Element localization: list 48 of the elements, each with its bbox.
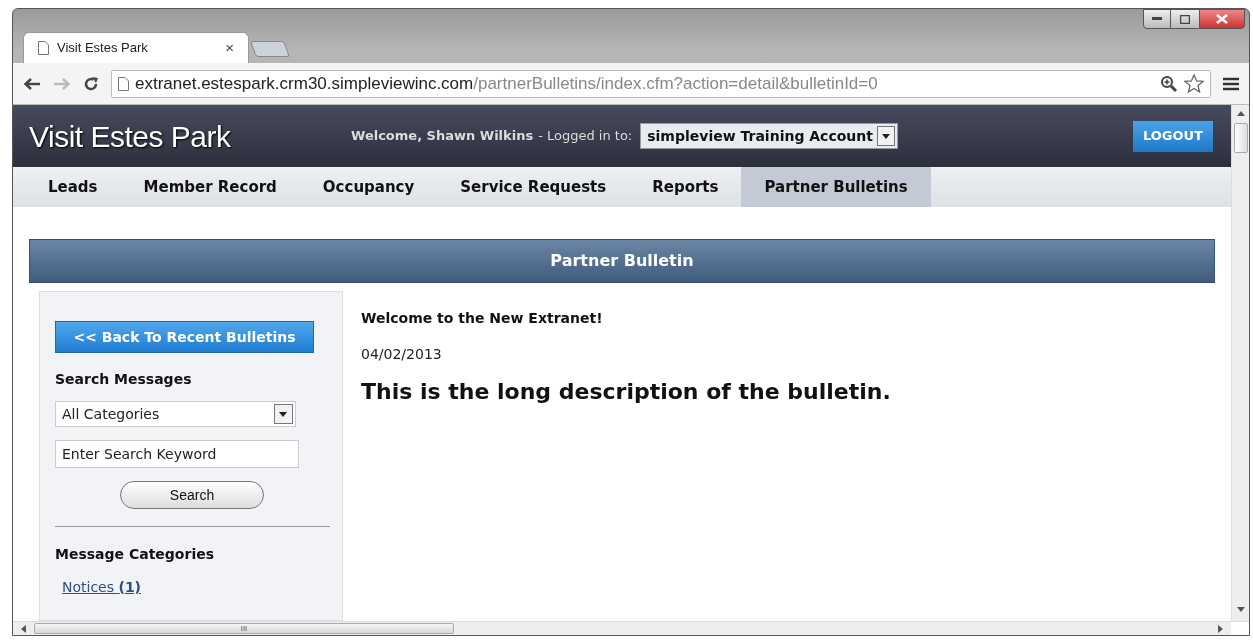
categories-heading: Message Categories (55, 545, 215, 564)
search-heading: Search Messages (55, 370, 193, 389)
scroll-thumb[interactable] (1233, 123, 1248, 153)
nav-tab[interactable]: Reports (629, 167, 742, 207)
site-title: Visit Estes Park (29, 118, 232, 155)
scroll-right-icon (1218, 624, 1223, 633)
nav-tab[interactable]: Member Record (120, 167, 300, 207)
scroll-up-icon (1236, 111, 1245, 117)
back-icon[interactable] (23, 76, 41, 91)
address-bar[interactable]: extranet.estespark.crm30.simpleviewinc.com/partnerBulletins/index.cfm?action=detail&bulletinId=0 (111, 69, 1211, 98)
vertical-scrollbar[interactable] (1231, 105, 1249, 621)
horizontal-scrollbar[interactable]: III (13, 622, 1231, 635)
nav-tab[interactable]: Service Requests (437, 167, 630, 207)
bulletin-title: Welcome to the New Extranet! (361, 309, 604, 328)
nav-tab[interactable]: Occupancy (299, 167, 438, 207)
page-icon (118, 76, 129, 91)
page-icon (38, 41, 49, 55)
star-icon[interactable] (1184, 74, 1204, 93)
bulletin-description: This is the long description of the bulletin. (361, 378, 892, 406)
scroll-thumb[interactable]: III (34, 623, 454, 634)
menu-icon[interactable] (1223, 76, 1239, 91)
minimize-icon (1152, 17, 1162, 21)
account-select[interactable]: simpleview Training Account (640, 123, 898, 149)
nav-tab[interactable]: Partner Bulletins (741, 167, 931, 207)
browser-tab[interactable]: Visit Estes Park × (23, 32, 249, 63)
dropdown-icon (274, 404, 293, 424)
url-text: extranet.estespark.crm30.simpleviewinc.com/partnerBulletins/index.cfm?action=detail&bulletinId=0 (135, 72, 879, 95)
scroll-left-icon (21, 624, 26, 633)
scroll-down-icon (1236, 607, 1245, 613)
reload-icon[interactable] (83, 75, 99, 92)
logged-in-label: - Logged in to: (538, 127, 633, 146)
keyword-field[interactable]: Enter Search Keyword (55, 440, 299, 468)
category-link[interactable]: Notices (1) (62, 577, 327, 598)
nav-tab[interactable]: Leads (25, 167, 121, 207)
dropdown-icon (876, 126, 895, 146)
category-select[interactable]: All Categories (55, 401, 296, 427)
maximize-button[interactable] (1171, 9, 1199, 29)
zoom-icon[interactable] (1160, 74, 1178, 93)
bulletin-date: 04/02/2013 (361, 345, 443, 364)
welcome-text: Welcome, Shawn Wilkins (351, 127, 534, 146)
close-button[interactable] (1199, 9, 1245, 29)
section-title: Partner Bulletin (550, 250, 694, 272)
minimize-button[interactable] (1143, 9, 1171, 29)
maximize-icon (1180, 14, 1190, 24)
close-icon (1216, 14, 1228, 24)
search-button[interactable]: Search (120, 481, 264, 509)
tab-close-button[interactable]: × (225, 36, 234, 60)
tab-title: Visit Estes Park (57, 39, 149, 58)
